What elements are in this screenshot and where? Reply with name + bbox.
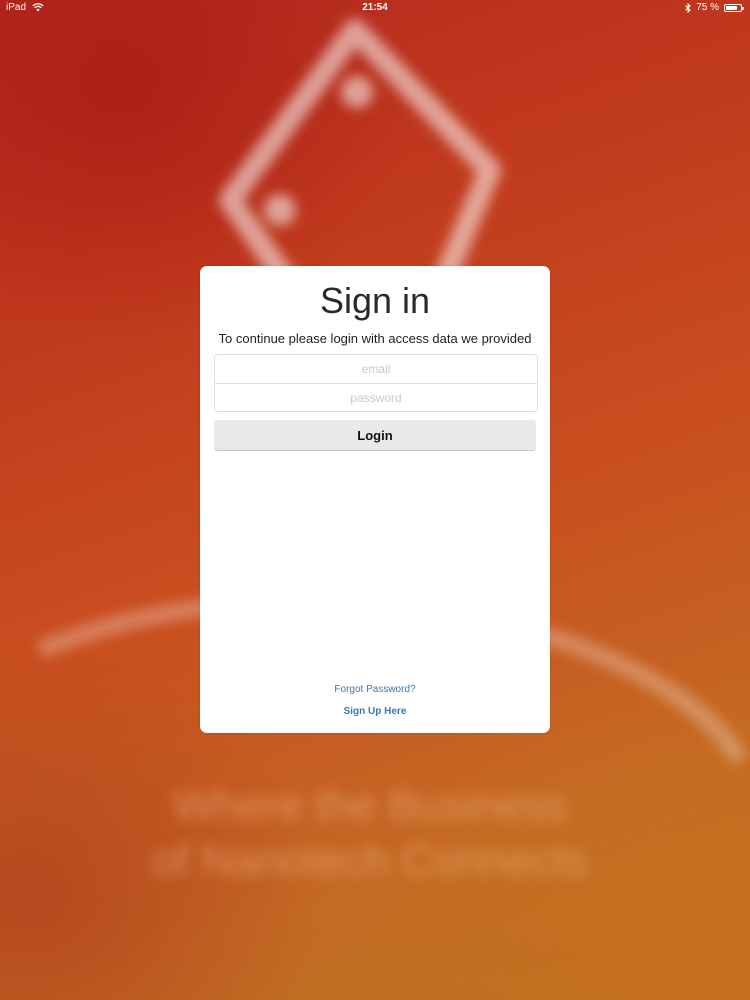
background-logo-dot (264, 194, 296, 226)
background-tagline-line1: Where the Business (173, 781, 567, 830)
password-field[interactable] (215, 383, 537, 411)
signin-subtitle: To continue please login with access dat… (218, 331, 532, 346)
sign-up-link[interactable]: Sign Up Here (200, 706, 550, 717)
signin-dialog: Sign in To continue please login with ac… (200, 266, 550, 733)
background-logo-dot (341, 76, 373, 108)
credentials-fieldset (214, 354, 538, 412)
status-bar-right: 75 % (685, 2, 744, 13)
status-bar: iPad 21:54 75 % (0, 0, 750, 16)
bluetooth-icon (685, 2, 691, 13)
battery-icon (724, 3, 744, 12)
signin-title: Sign in (319, 280, 431, 321)
background-logo-shape (219, 19, 501, 311)
status-time: 21:54 (362, 2, 388, 13)
battery-percent: 75 % (696, 2, 719, 13)
email-field[interactable] (215, 355, 537, 383)
login-button[interactable]: Login (214, 420, 536, 451)
background-tagline-line2: of Nanotech Connects (152, 836, 587, 885)
battery-fill (726, 5, 737, 10)
forgot-password-link[interactable]: Forgot Password? (200, 684, 550, 695)
